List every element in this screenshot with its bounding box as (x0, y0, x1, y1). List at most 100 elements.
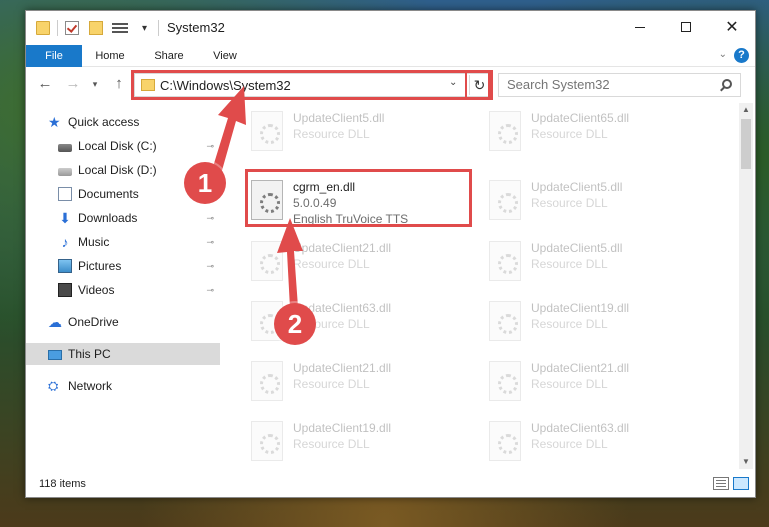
properties-icon[interactable] (65, 21, 79, 35)
sidebar-item-pictures[interactable]: Pictures ⊸ (26, 255, 220, 277)
dll-file-icon (251, 241, 283, 281)
list-item[interactable]: UpdateClient63.dll Resource DLL (485, 417, 715, 465)
dll-file-icon (489, 421, 521, 461)
vertical-scrollbar[interactable]: ▲ ▼ (739, 103, 753, 469)
list-item[interactable]: UpdateClient5.dll Resource DLL (247, 107, 477, 155)
file-type: Resource DLL (293, 257, 370, 271)
sidebar-item-videos[interactable]: Videos ⊸ (26, 279, 220, 301)
videos-icon (58, 283, 72, 297)
star-icon: ★ (48, 114, 61, 130)
file-type: Resource DLL (531, 377, 608, 391)
sidebar-item-label: This PC (68, 347, 111, 361)
pin-icon: ⊸ (206, 140, 214, 151)
divider (57, 20, 58, 36)
recent-locations-button[interactable]: ▾ (88, 74, 102, 94)
file-name: UpdateClient65.dll (531, 111, 630, 125)
pin-icon: ⊸ (206, 236, 214, 247)
step-2-badge: 2 (274, 303, 316, 345)
sidebar-item-onedrive[interactable]: ☁ OneDrive (26, 311, 220, 333)
title-bar: ▾ System32 ✕ (26, 11, 755, 45)
sidebar-item-label: OneDrive (68, 315, 119, 329)
file-highlight-box (245, 169, 472, 227)
scroll-up-icon[interactable]: ▲ (739, 103, 753, 117)
pin-icon: ⊸ (206, 212, 214, 223)
sidebar-item-quick-access[interactable]: ★ Quick access (26, 111, 220, 133)
scroll-down-icon[interactable]: ▼ (739, 455, 753, 469)
tab-share[interactable]: Share (144, 45, 194, 67)
search-icon[interactable] (722, 79, 732, 89)
sidebar-item-this-pc[interactable]: This PC (26, 343, 220, 365)
ribbon-tabs: File Home Share View ⌄ ? (26, 45, 755, 67)
new-folder-icon[interactable] (89, 21, 103, 35)
list-item[interactable]: UpdateClient21.dll Resource DLL (485, 357, 715, 405)
dll-file-icon (489, 111, 521, 151)
details-view-icon[interactable] (713, 477, 729, 490)
file-list: UpdateClient5.dll Resource DLL cgrm_en.d… (221, 103, 737, 469)
drive-icon (58, 167, 72, 176)
address-highlight-box (131, 70, 493, 100)
sidebar-item-label: Pictures (78, 259, 122, 273)
search-input[interactable] (507, 77, 707, 92)
minimize-icon (635, 26, 645, 28)
list-item[interactable]: UpdateClient5.dll Resource DLL (485, 176, 715, 224)
status-bar: 118 items (26, 471, 755, 497)
close-button[interactable]: ✕ (709, 11, 755, 43)
expand-ribbon-icon[interactable]: ⌄ (719, 49, 727, 60)
folder-icon[interactable] (36, 21, 50, 35)
maximize-icon (681, 22, 691, 32)
music-icon: ♪ (61, 234, 69, 250)
file-name: UpdateClient5.dll (531, 241, 623, 255)
sidebar-item-label: Downloads (78, 211, 138, 225)
sidebar-item-label: Local Disk (C:) (78, 139, 157, 153)
sidebar-item-label: Quick access (68, 115, 140, 129)
search-box[interactable] (498, 73, 741, 97)
tab-home[interactable]: Home (88, 45, 132, 67)
download-icon: ⬇ (59, 210, 71, 226)
sidebar-item-local-disk-c[interactable]: Local Disk (C:) ⊸ (26, 135, 220, 157)
list-item[interactable]: UpdateClient21.dll Resource DLL (247, 237, 477, 285)
pin-icon: ⊸ (206, 284, 214, 295)
sidebar-item-downloads[interactable]: ⬇ Downloads ⊸ (26, 207, 220, 229)
file-name: UpdateClient5.dll (531, 180, 623, 194)
file-type: Resource DLL (293, 437, 370, 451)
pin-icon: ⊸ (206, 260, 214, 271)
maximize-button[interactable] (663, 11, 709, 43)
list-item[interactable]: UpdateClient65.dll Resource DLL (485, 107, 715, 155)
refresh-highlight-box (465, 70, 490, 100)
item-count: 118 items (39, 478, 86, 490)
list-item[interactable]: UpdateClient5.dll Resource DLL (485, 237, 715, 285)
large-icons-view-icon[interactable] (733, 477, 749, 490)
file-type: Resource DLL (293, 127, 370, 141)
file-name: UpdateClient19.dll (293, 421, 392, 435)
file-name: UpdateClient5.dll (293, 111, 385, 125)
file-type: Resource DLL (531, 127, 608, 141)
dll-file-icon (489, 241, 521, 281)
tab-file[interactable]: File (26, 45, 82, 67)
help-icon[interactable]: ? (734, 48, 749, 63)
dll-file-icon (489, 180, 521, 220)
tab-view[interactable]: View (202, 45, 248, 67)
customize-icon[interactable] (112, 21, 128, 35)
sidebar-item-label: Network (68, 379, 113, 393)
dll-file-icon (251, 421, 283, 461)
list-item[interactable]: UpdateClient19.dll Resource DLL (485, 297, 715, 345)
list-item[interactable]: UpdateClient21.dll Resource DLL (247, 357, 477, 405)
minimize-button[interactable] (617, 11, 663, 43)
sidebar-item-label: Local Disk (D:) (78, 163, 157, 177)
scrollbar-thumb[interactable] (741, 119, 751, 169)
file-name: UpdateClient21.dll (293, 241, 392, 255)
sidebar-item-music[interactable]: ♪ Music ⊸ (26, 231, 220, 253)
list-item[interactable]: UpdateClient19.dll Resource DLL (247, 417, 477, 465)
sidebar-item-label: Videos (78, 283, 115, 297)
forward-button[interactable]: → (62, 74, 84, 94)
window-title: System32 (167, 20, 225, 35)
file-type: Resource DLL (531, 257, 608, 271)
dll-file-icon (251, 111, 283, 151)
sidebar-item-label: Music (78, 235, 110, 249)
chevron-down-icon[interactable]: ▾ (142, 23, 147, 34)
sidebar-item-network[interactable]: ⛭ Network (26, 375, 220, 397)
up-button[interactable]: ↑ (108, 74, 130, 94)
computer-icon (48, 350, 62, 360)
file-name: UpdateClient21.dll (531, 361, 630, 375)
back-button[interactable]: ← (34, 74, 56, 94)
